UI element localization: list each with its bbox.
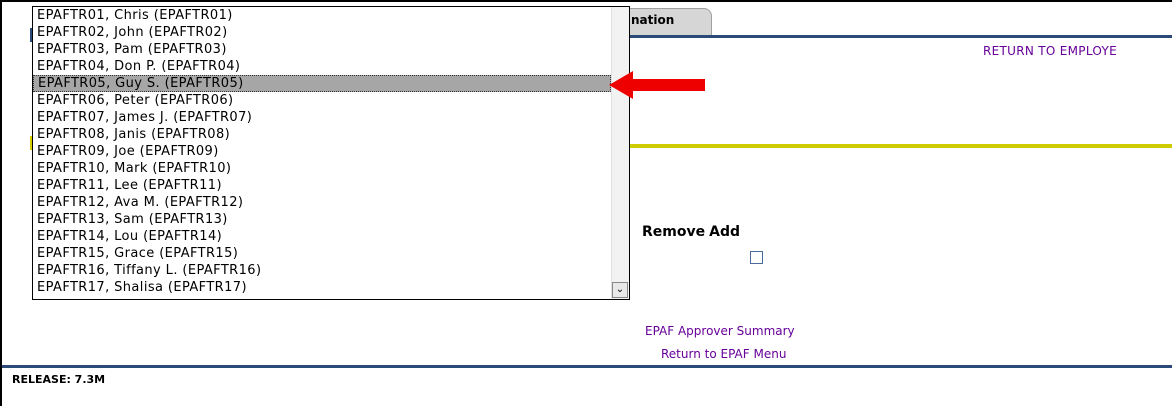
footer-divider (2, 365, 1172, 368)
dropdown-option[interactable]: EPAFTR11, Lee (EPAFTR11) (33, 177, 611, 194)
epaf-approver-summary-link[interactable]: EPAF Approver Summary (645, 324, 795, 338)
tab-label: nation (631, 13, 675, 27)
dropdown-option[interactable]: EPAFTR01, Chris (EPAFTR01) (33, 7, 611, 24)
dropdown-option[interactable]: EPAFTR03, Pam (EPAFTR03) (33, 41, 611, 58)
routing-table-header: Remove Add (642, 224, 740, 240)
dropdown-option[interactable]: EPAFTR13, Sam (EPAFTR13) (33, 211, 611, 228)
chevron-down-icon: ⌄ (615, 284, 625, 295)
dropdown-option-selected[interactable]: EPAFTR05, Guy S. (EPAFTR05) (33, 75, 611, 92)
return-to-employee-link[interactable]: RETURN TO EMPLOYE (983, 44, 1117, 58)
scroll-down-button[interactable]: ⌄ (612, 282, 628, 298)
return-to-epaf-menu-link[interactable]: Return to EPAF Menu (661, 347, 786, 361)
release-label: RELEASE: 7.3M (12, 373, 106, 386)
dropdown-option[interactable]: EPAFTR02, John (EPAFTR02) (33, 24, 611, 41)
dropdown-option[interactable]: EPAFTR17, Shalisa (EPAFTR17) (33, 279, 611, 296)
dropdown-option[interactable]: EPAFTR16, Tiffany L. (EPAFTR16) (33, 262, 611, 279)
dropdown-option[interactable]: EPAFTR15, Grace (EPAFTR15) (33, 245, 611, 262)
dropdown-option[interactable]: EPAFTR08, Janis (EPAFTR08) (33, 126, 611, 143)
add-checkbox[interactable] (750, 251, 763, 264)
red-arrow-shape (609, 71, 705, 99)
add-column-header: Add (709, 224, 740, 240)
dropdown-option[interactable]: EPAFTR10, Mark (EPAFTR10) (33, 160, 611, 177)
dropdown-option[interactable]: EPAFTR12, Ava M. (EPAFTR12) (33, 194, 611, 211)
page-frame: nation RETURN TO EMPLOYE Remove Add EPAF… (0, 0, 1172, 406)
dropdown-option[interactable]: EPAFTR14, Lou (EPAFTR14) (33, 228, 611, 245)
user-name-dropdown-list[interactable]: EPAFTR01, Chris (EPAFTR01) EPAFTR02, John… (32, 6, 630, 300)
dropdown-option[interactable]: EPAFTR06, Peter (EPAFTR06) (33, 92, 611, 109)
dropdown-option[interactable]: EPAFTR09, Joe (EPAFTR09) (33, 143, 611, 160)
scrollbar[interactable]: ⌄ (611, 7, 629, 299)
dropdown-option[interactable]: EPAFTR07, James J. (EPAFTR07) (33, 109, 611, 126)
red-arrow-icon (609, 71, 705, 99)
remove-column-header: Remove (642, 224, 706, 240)
dropdown-option[interactable]: EPAFTR04, Don P. (EPAFTR04) (33, 58, 611, 75)
option-list: EPAFTR01, Chris (EPAFTR01) EPAFTR02, John… (33, 7, 611, 296)
